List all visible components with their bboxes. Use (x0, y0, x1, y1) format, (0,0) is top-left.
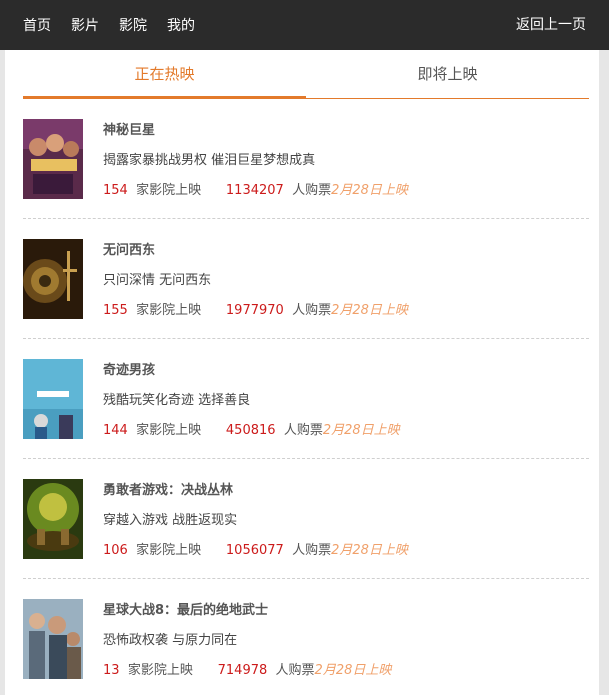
tab-coming-soon[interactable]: 即将上映 (306, 50, 589, 98)
release-date: 2月28日上映 (314, 663, 392, 678)
movie-desc: 揭露家暴挑战男权 催泪巨星梦想成真 (103, 153, 316, 168)
cinema-label: 家影院上映 (136, 543, 202, 558)
cinema-label: 家影院上映 (136, 303, 202, 318)
movie-poster[interactable] (23, 239, 83, 319)
movie-tabs: 正在热映 即将上映 (23, 50, 589, 99)
movie-item[interactable]: 无问西东 只问深情 无问西东 155 家影院上映 1977970 人购票2月28… (23, 219, 589, 339)
movie-item[interactable]: 星球大战8：最后的绝地武士 恐怖政权袭 与原力同在 13 家影院上映 71497… (23, 579, 589, 695)
movie-title[interactable]: 无问西东 (103, 239, 155, 258)
buyer-label: 人购票 (275, 663, 315, 678)
nav-cinemas[interactable]: 影院 (119, 15, 147, 35)
movie-item[interactable]: 奇迹男孩 残酷玩笑化奇迹 选择善良 144 家影院上映 450816 人购票2月… (23, 339, 589, 459)
movie-desc: 残酷玩笑化奇迹 选择善良 (103, 393, 251, 408)
top-nav-bar: 首页 影片 影院 我的 返回上一页 (0, 0, 609, 50)
movie-meta: 154 家影院上映 1134207 人购票2月28日上映 (103, 179, 408, 198)
movie-meta: 13 家影院上映 714978 人购票2月28日上映 (103, 659, 391, 678)
buyer-count: 714978 (217, 663, 268, 678)
movie-item[interactable]: 勇敢者游戏：决战丛林 穿越入游戏 战胜返现实 106 家影院上映 1056077… (23, 459, 589, 579)
buyer-count: 1056077 (225, 543, 284, 558)
buyer-count: 1134207 (225, 183, 284, 198)
movie-meta: 106 家影院上映 1056077 人购票2月28日上映 (103, 539, 408, 558)
nav-mine[interactable]: 我的 (167, 15, 195, 35)
back-button[interactable]: 返回上一页 (516, 0, 586, 50)
cinema-count: 154 (103, 183, 128, 198)
release-date: 2月28日上映 (322, 423, 400, 438)
buyer-label: 人购票 (283, 423, 323, 438)
movie-item[interactable]: 神秘巨星 揭露家暴挑战男权 催泪巨星梦想成真 154 家影院上映 1134207… (23, 99, 589, 219)
movie-title[interactable]: 勇敢者游戏：决战丛林 (103, 479, 233, 498)
buyer-count: 450816 (225, 423, 276, 438)
movie-poster[interactable] (23, 599, 83, 679)
cinema-count: 144 (103, 423, 128, 438)
cinema-count: 106 (103, 543, 128, 558)
nav-home[interactable]: 首页 (23, 15, 51, 35)
movie-poster[interactable] (23, 479, 83, 559)
release-date: 2月28日上映 (331, 543, 408, 558)
cinema-count: 155 (103, 303, 128, 318)
movie-title[interactable]: 星球大战8：最后的绝地武士 (103, 599, 268, 618)
movie-meta: 155 家影院上映 1977970 人购票2月28日上映 (103, 299, 408, 318)
release-date: 2月28日上映 (331, 183, 408, 198)
movie-list: 神秘巨星 揭露家暴挑战男权 催泪巨星梦想成真 154 家影院上映 1134207… (23, 99, 589, 695)
tab-now-showing[interactable]: 正在热映 (23, 50, 306, 99)
cinema-label: 家影院上映 (136, 183, 202, 198)
cinema-label: 家影院上映 (127, 663, 193, 678)
cinema-count: 13 (103, 663, 120, 678)
movie-desc: 穿越入游戏 战胜返现实 (103, 513, 238, 528)
buyer-count: 1977970 (225, 303, 284, 318)
movie-poster[interactable] (23, 359, 83, 439)
movie-title[interactable]: 奇迹男孩 (103, 359, 155, 378)
nav-movies[interactable]: 影片 (71, 15, 99, 35)
movie-desc: 恐怖政权袭 与原力同在 (103, 633, 238, 648)
cinema-label: 家影院上映 (136, 423, 202, 438)
movie-desc: 只问深情 无问西东 (103, 273, 212, 288)
movie-poster[interactable] (23, 119, 83, 199)
movie-meta: 144 家影院上映 450816 人购票2月28日上映 (103, 419, 400, 438)
buyer-label: 人购票 (292, 183, 332, 198)
buyer-label: 人购票 (292, 303, 332, 318)
movie-title[interactable]: 神秘巨星 (103, 119, 155, 138)
release-date: 2月28日上映 (331, 303, 408, 318)
buyer-label: 人购票 (292, 543, 332, 558)
main-nav: 首页 影片 影院 我的 (23, 0, 215, 50)
main-panel: 正在热映 即将上映 神秘巨星 揭露家暴挑战男权 催泪巨星梦想成真 154 家影院… (5, 50, 599, 695)
